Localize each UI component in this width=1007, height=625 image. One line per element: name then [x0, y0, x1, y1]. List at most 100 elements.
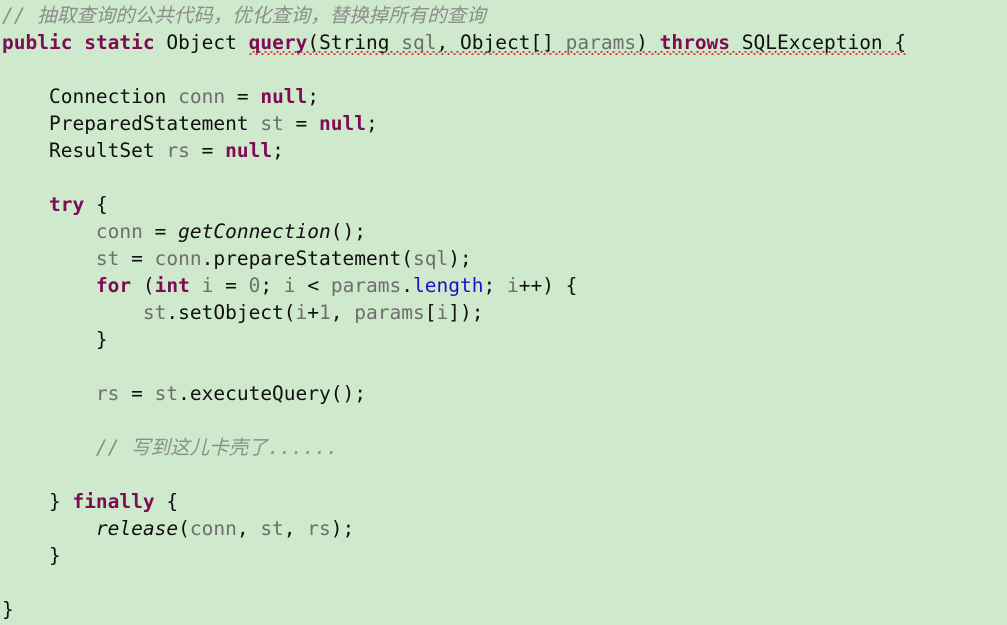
code-token-punct: ( — [283, 301, 296, 324]
code-line[interactable] — [0, 353, 1007, 380]
code-token-punct: (); — [330, 220, 366, 243]
code-token-kw: int — [154, 274, 190, 297]
code-token-ident: i — [283, 274, 296, 297]
code-line[interactable] — [0, 407, 1007, 434]
code-token-punct: . — [201, 247, 214, 270]
code-line[interactable]: conn = getConnection(); — [0, 218, 1007, 245]
code-token-ident: i — [436, 301, 449, 324]
code-line[interactable]: rs = st.executeQuery(); — [0, 380, 1007, 407]
code-token-plain: Connection — [48, 85, 167, 108]
code-token-ident: i — [201, 274, 214, 297]
code-token-kw: static — [84, 31, 155, 54]
code-line[interactable]: st.setObject(i+1, params[i]); — [0, 299, 1007, 326]
code-token-plain: prepareStatement — [213, 247, 402, 270]
code-token-plain: Object — [166, 31, 237, 54]
code-token-method: release — [95, 517, 179, 540]
code-token-comment: // 写到这儿卡壳了...... — [95, 436, 339, 459]
code-line[interactable] — [0, 461, 1007, 488]
code-token-punct: { — [84, 193, 108, 216]
code-token-punct: = — [119, 382, 155, 405]
code-line[interactable]: public static Object query(String sql, O… — [0, 29, 1007, 56]
code-token-punct: ( — [178, 517, 190, 540]
code-line[interactable] — [0, 164, 1007, 191]
code-token-kw: for — [95, 274, 132, 297]
code-token-ident: sql — [401, 31, 437, 54]
code-line[interactable]: // 抽取查询的公共代码，优化查询，替换掉所有的查询 — [0, 2, 1007, 29]
code-token-comment: // 抽取查询的公共代码，优化查询，替换掉所有的查询 — [2, 4, 486, 27]
code-line[interactable]: st = conn.prepareStatement(sql); — [0, 245, 1007, 272]
code-line[interactable]: PreparedStatement st = null; — [0, 110, 1007, 137]
code-token-punct: = — [225, 85, 261, 108]
code-token-num: 0 — [248, 274, 261, 297]
code-token-ident: rs — [166, 139, 190, 162]
code-line[interactable]: for (int i = 0; i < params.length; i++) … — [0, 272, 1007, 299]
code-token-punct: = — [119, 247, 155, 270]
code-token-punct: ); — [448, 247, 472, 270]
code-token-ident: i — [506, 274, 519, 297]
code-token-punct: { — [882, 31, 907, 54]
code-token-ident: params — [354, 301, 425, 324]
code-token-ident: conn — [154, 247, 202, 270]
code-line[interactable]: // 写到这儿卡壳了...... — [0, 434, 1007, 461]
code-token-ident: st — [260, 112, 284, 135]
code-token-plain: PreparedStatement — [48, 112, 249, 135]
code-line[interactable]: } — [0, 542, 1007, 569]
code-editor[interactable]: // 抽取查询的公共代码，优化查询，替换掉所有的查询 public static … — [0, 0, 1007, 625]
code-token-ident: conn — [95, 220, 143, 243]
code-token-punct: = — [213, 274, 249, 297]
code-token-kw: null — [260, 85, 308, 108]
code-token-punct: . — [178, 382, 190, 405]
code-token-punct: (); — [330, 382, 366, 405]
code-token-ident: conn — [178, 85, 226, 108]
code-line[interactable]: } — [0, 596, 1007, 623]
code-line[interactable] — [0, 569, 1007, 596]
code-token-ident: st — [260, 517, 284, 540]
code-token-punct: , — [236, 517, 261, 540]
code-line[interactable]: release(conn, st, rs); — [0, 515, 1007, 542]
code-token-punct: ); — [330, 517, 355, 540]
code-token-punct: } — [48, 490, 73, 513]
code-token-ident: conn — [189, 517, 237, 540]
code-line[interactable] — [0, 56, 1007, 83]
code-line[interactable]: Connection conn = null; — [0, 83, 1007, 110]
code-line[interactable]: } — [0, 326, 1007, 353]
code-token-punct: ; — [260, 274, 284, 297]
code-token-method: getConnection — [178, 220, 331, 243]
code-token-ident: i — [295, 301, 308, 324]
code-token-ident: params — [330, 274, 402, 297]
code-token-kw: try — [48, 193, 85, 216]
code-token-punct: , — [283, 517, 308, 540]
code-token-punct: ; — [307, 85, 320, 108]
code-token-kw: finally — [72, 490, 155, 513]
code-line[interactable]: try { — [0, 191, 1007, 218]
code-token-punct: , — [436, 31, 460, 54]
code-token-punct: + — [307, 301, 320, 324]
code-token-plain: Object[] — [459, 31, 554, 54]
code-token-ident: params — [565, 31, 637, 54]
code-token-punct: ; — [366, 112, 378, 135]
code-line[interactable]: ResultSet rs = null; — [0, 137, 1007, 164]
code-token-punct: < — [295, 274, 331, 297]
code-token-ident: sql — [412, 247, 449, 270]
code-token-kw: null — [225, 139, 273, 162]
code-token-punct: ; — [483, 274, 507, 297]
code-line[interactable]: } finally { — [0, 488, 1007, 515]
code-token-punct: { — [154, 490, 179, 513]
code-token-kw: throws — [659, 31, 731, 54]
